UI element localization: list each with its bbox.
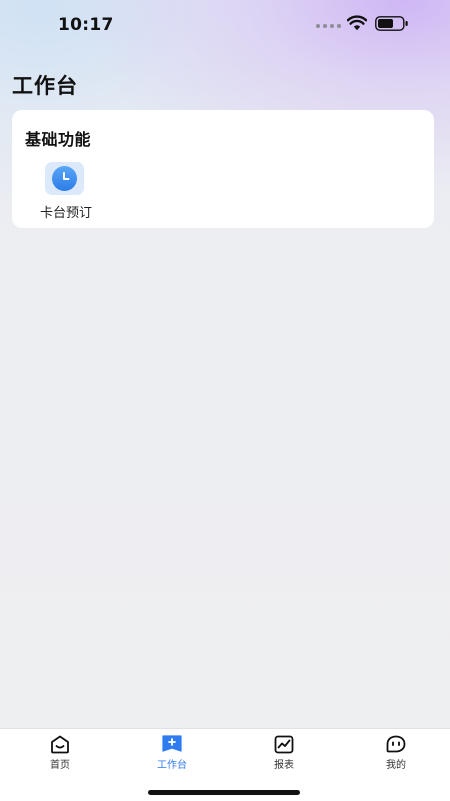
tab-workbench[interactable]: 工作台 bbox=[132, 735, 212, 779]
card-title: 基础功能 bbox=[25, 130, 92, 149]
home-indicator bbox=[148, 790, 300, 795]
tab-workbench-label: 工作台 bbox=[157, 760, 187, 771]
page-title: 工作台 bbox=[12, 74, 78, 98]
tab-reports-label: 报表 bbox=[274, 760, 294, 771]
battery-icon bbox=[375, 16, 408, 31]
booking-function-item[interactable]: 卡台预订 bbox=[34, 162, 98, 221]
chart-icon bbox=[274, 735, 294, 754]
wifi-icon bbox=[347, 15, 367, 31]
tab-profile-label: 我的 bbox=[386, 760, 406, 771]
workbench-icon bbox=[162, 735, 182, 752]
profile-icon bbox=[386, 735, 406, 753]
status-time: 10:17 bbox=[58, 15, 114, 35]
tab-reports[interactable]: 报表 bbox=[244, 735, 324, 779]
status-bar: 10:17 bbox=[0, 0, 450, 52]
tab-home-label: 首页 bbox=[50, 760, 70, 771]
tab-home[interactable]: 首页 bbox=[20, 735, 100, 779]
function-icon-tile bbox=[45, 162, 84, 195]
signal-dots-icon bbox=[316, 24, 341, 28]
clock-icon bbox=[52, 166, 77, 191]
home-icon bbox=[51, 735, 69, 754]
function-label: 卡台预订 bbox=[39, 206, 92, 221]
tab-profile[interactable]: 我的 bbox=[356, 735, 436, 779]
basic-functions-card: 基础功能 卡台预订 bbox=[12, 110, 434, 228]
